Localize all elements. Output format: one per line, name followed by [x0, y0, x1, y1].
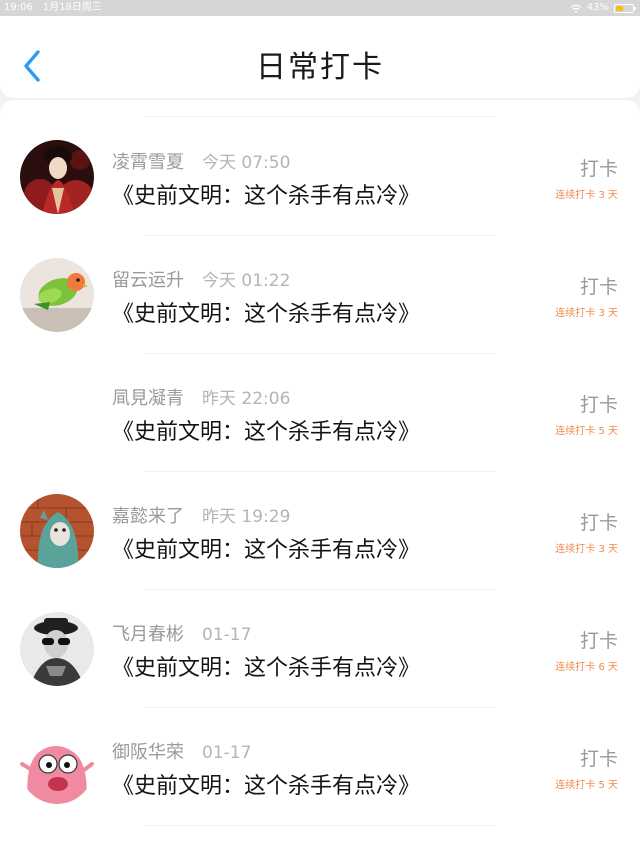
checkin-time: 昨天 22:06: [202, 389, 291, 409]
checkin-time: 01-17: [202, 743, 252, 763]
status-bar: 19:06 1月18日周三 43%: [0, 0, 640, 16]
book-title[interactable]: 《史前文明：这个杀手有点冷》: [112, 296, 420, 328]
username[interactable]: 留云运升: [112, 270, 184, 291]
username[interactable]: 嘉懿来了: [112, 506, 184, 527]
checkin-button[interactable]: 打卡: [580, 154, 618, 181]
streak-label: 连续打卡 3 天: [555, 308, 618, 319]
checkin-row[interactable]: 凬見凝青 昨天 22:06 《史前文明：这个杀手有点冷》 打卡 连续打卡 5 天: [0, 354, 640, 472]
avatar[interactable]: [20, 612, 94, 686]
checkin-meta: 凌霄雪夏 今天 07:50: [112, 148, 290, 174]
checkin-button[interactable]: 打卡: [580, 744, 618, 771]
checkin-time: 昨天 19:29: [202, 507, 291, 527]
book-title[interactable]: 《史前文明：这个杀手有点冷》: [112, 532, 420, 564]
avatar[interactable]: [20, 140, 94, 214]
checkin-row[interactable]: 飞月春彬 01-17 《史前文明：这个杀手有点冷》 打卡 连续打卡 6 天: [0, 590, 640, 708]
streak-label: 连续打卡 5 天: [555, 780, 618, 791]
checkin-button[interactable]: 打卡: [580, 626, 618, 653]
divider: [145, 825, 495, 826]
status-date: 1月18日周三: [42, 2, 102, 13]
wifi-icon: [570, 4, 582, 14]
book-title[interactable]: 《史前文明：这个杀手有点冷》: [112, 178, 420, 210]
book-title[interactable]: 《史前文明：这个杀手有点冷》: [112, 768, 420, 800]
status-time: 19:06: [4, 2, 33, 13]
checkin-meta: 嘉懿来了 昨天 19:29: [112, 502, 290, 528]
battery-level: [616, 5, 623, 11]
checkin-list: 凌霄雪夏 今天 07:50 《史前文明：这个杀手有点冷》 打卡 连续打卡 3 天 …: [0, 100, 640, 860]
streak-label: 连续打卡 3 天: [555, 190, 618, 201]
checkin-row[interactable]: 嘉懿来了 昨天 19:29 《史前文明：这个杀手有点冷》 打卡 连续打卡 3 天: [0, 472, 640, 590]
checkin-meta: 御阪华荣 01-17: [112, 738, 251, 764]
checkin-time: 今天 01:22: [202, 271, 291, 291]
username[interactable]: 凌霄雪夏: [112, 152, 184, 173]
checkin-row[interactable]: 御阪华荣 01-17 《史前文明：这个杀手有点冷》 打卡 连续打卡 5 天: [0, 708, 640, 826]
avatar[interactable]: [20, 494, 94, 568]
avatar[interactable]: [20, 258, 94, 332]
streak-label: 连续打卡 3 天: [555, 544, 618, 555]
avatar[interactable]: [20, 730, 94, 804]
checkin-meta: 飞月春彬 01-17: [112, 620, 251, 646]
battery-icon: [614, 3, 636, 13]
avatar[interactable]: [20, 376, 94, 450]
checkin-time: 01-17: [202, 625, 252, 645]
checkin-meta: 留云运升 今天 01:22: [112, 266, 290, 292]
page-title: 日常打卡: [256, 50, 384, 85]
checkin-button[interactable]: 打卡: [580, 390, 618, 417]
username[interactable]: 御阪华荣: [112, 742, 184, 763]
checkin-button[interactable]: 打卡: [580, 508, 618, 535]
username[interactable]: 飞月春彬: [112, 624, 184, 645]
username[interactable]: 凬見凝青: [112, 388, 184, 409]
checkin-time: 今天 07:50: [202, 153, 291, 173]
checkin-button[interactable]: 打卡: [580, 272, 618, 299]
checkin-row[interactable]: 留云运升 今天 01:22 《史前文明：这个杀手有点冷》 打卡 连续打卡 3 天: [0, 236, 640, 354]
book-title[interactable]: 《史前文明：这个杀手有点冷》: [112, 650, 420, 682]
divider: [145, 116, 495, 117]
book-title[interactable]: 《史前文明：这个杀手有点冷》: [112, 414, 420, 446]
checkin-row[interactable]: 凌霄雪夏 今天 07:50 《史前文明：这个杀手有点冷》 打卡 连续打卡 3 天: [0, 118, 640, 236]
battery-percent: 43%: [586, 2, 609, 13]
checkin-meta: 凬見凝青 昨天 22:06: [112, 384, 290, 410]
streak-label: 连续打卡 6 天: [555, 662, 618, 673]
streak-label: 连续打卡 5 天: [555, 426, 618, 437]
nav-header: 日常打卡: [0, 16, 640, 98]
